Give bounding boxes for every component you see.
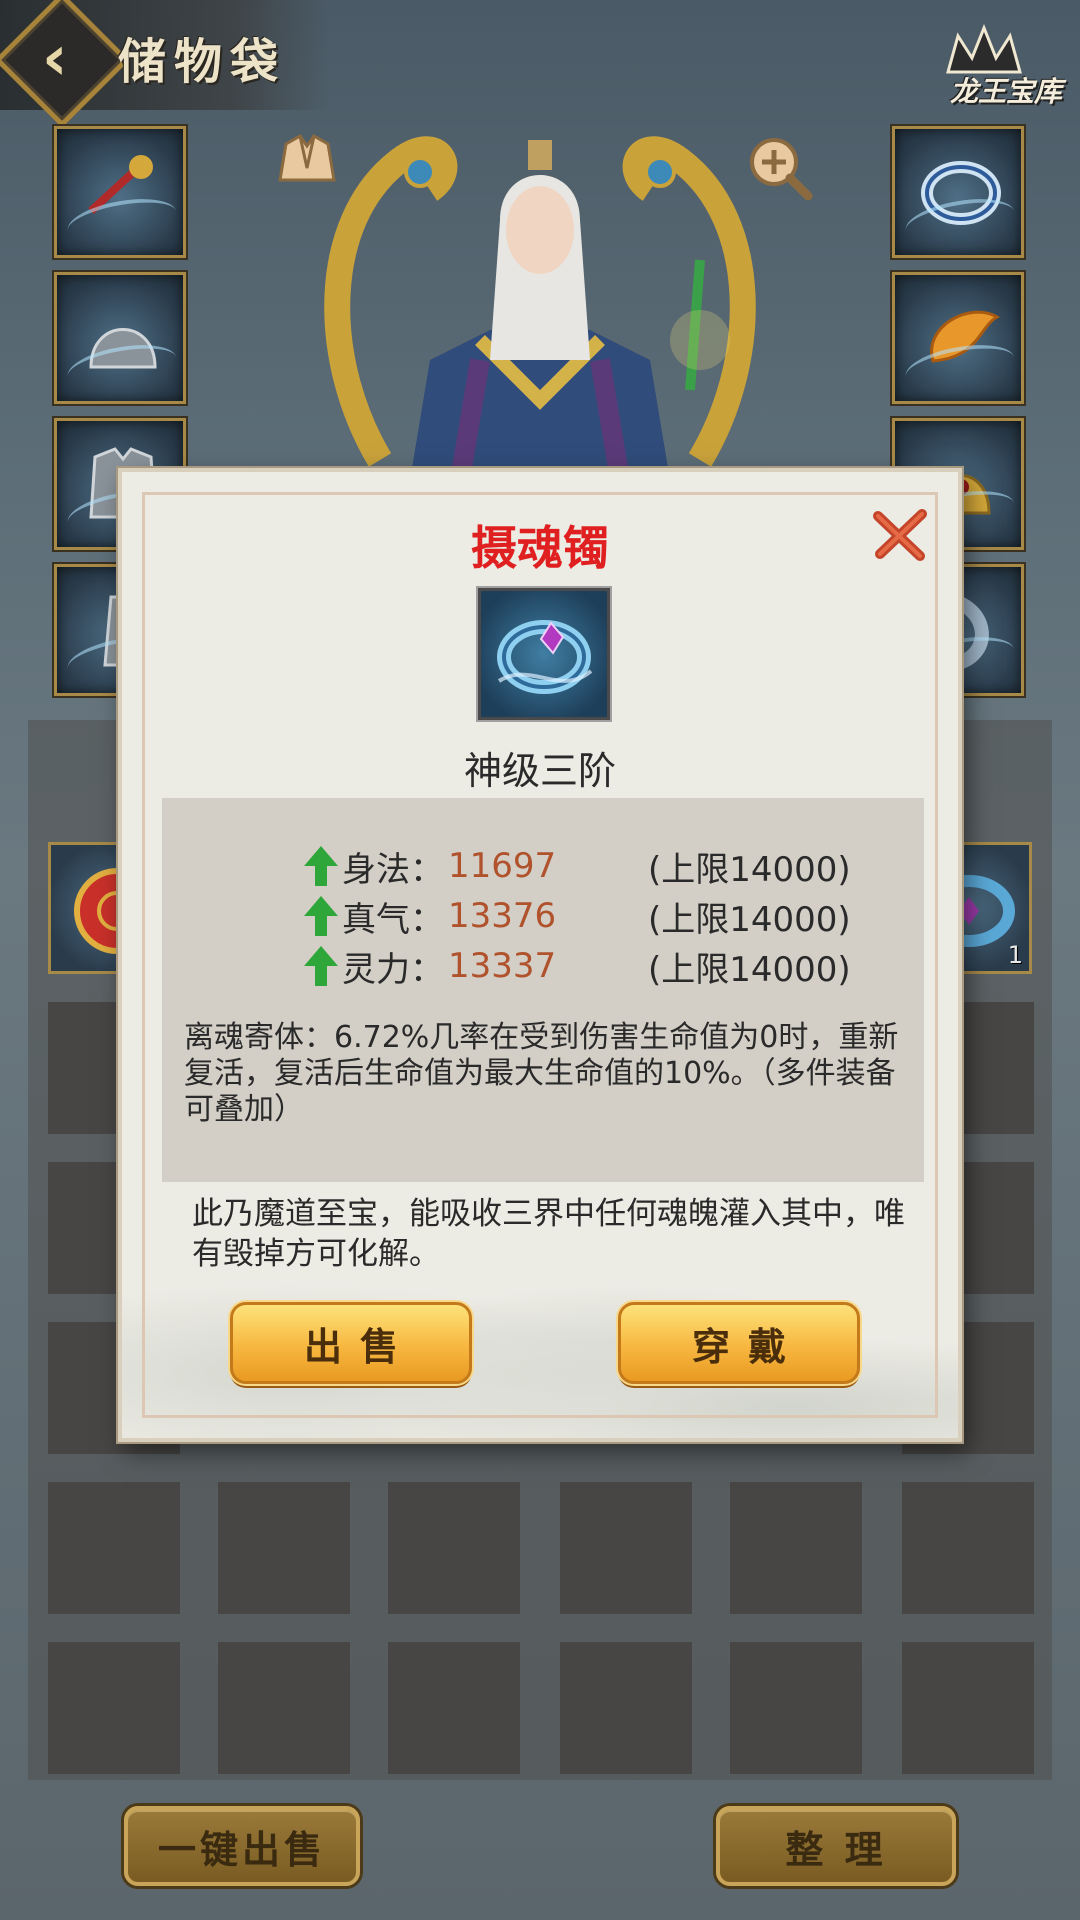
stat-value: 13337 <box>448 946 557 986</box>
inventory-cell[interactable] <box>48 1642 180 1774</box>
sell-all-button[interactable]: 一键出售 <box>124 1806 360 1886</box>
stat-limit: (上限14000) <box>648 949 851 990</box>
bracelet-icon <box>497 620 593 694</box>
item-detail-modal: 摄魂镯 神级三阶 身法： 11697 (上限14000) 真气： 13376 (… <box>118 468 962 1442</box>
special-effect-text: 离魂寄体：6.72%几率在受到伤害生命值为0时，重新复活，复活后生命值为最大生命… <box>184 1020 899 1127</box>
inventory-cell[interactable] <box>730 1642 862 1774</box>
sell-button[interactable]: 出售 <box>230 1302 472 1384</box>
stat-name: 身法： <box>342 849 444 890</box>
equip-slot-weapon[interactable] <box>54 126 186 258</box>
stat-name: 灵力： <box>342 949 444 990</box>
treasury-icon <box>946 24 1022 74</box>
character-portrait <box>324 136 756 480</box>
inventory-cell[interactable] <box>388 1482 520 1614</box>
stat-up-arrow-icon <box>304 946 338 986</box>
equip-slot-ring[interactable] <box>892 126 1024 258</box>
armor-toggle-icon[interactable] <box>272 128 342 198</box>
inventory-cell[interactable] <box>902 1642 1034 1774</box>
inventory-cell[interactable] <box>388 1642 520 1774</box>
equip-slot-helmet[interactable] <box>54 272 186 404</box>
item-icon <box>478 588 610 720</box>
inventory-cell[interactable] <box>560 1642 692 1774</box>
flavor-text: 此乃魔道至宝，能吸收三界中任何魂魄灌入其中，唯有毁掉方可化解。 <box>192 1196 905 1272</box>
equip-slot-amulet[interactable] <box>892 272 1024 404</box>
stat-limit: (上限14000) <box>648 899 851 940</box>
wear-button[interactable]: 穿戴 <box>618 1302 860 1384</box>
stat-row: 灵力： 13337 (上限14000) <box>302 942 902 990</box>
stats-box: 身法： 11697 (上限14000) 真气： 13376 (上限14000) … <box>162 798 924 1182</box>
stat-up-arrow-icon <box>304 846 338 886</box>
stat-row: 身法： 11697 (上限14000) <box>302 842 902 890</box>
stat-value: 11697 <box>448 846 557 886</box>
inventory-cell[interactable] <box>218 1642 350 1774</box>
inventory-cell[interactable] <box>902 1482 1034 1614</box>
zoom-in-icon[interactable] <box>744 132 814 202</box>
stat-row: 真气： 13376 (上限14000) <box>302 892 902 940</box>
back-arrow-icon: ‹ <box>42 21 68 94</box>
stack-count: 1 <box>1007 941 1023 969</box>
inventory-cell[interactable] <box>560 1482 692 1614</box>
inventory-cell[interactable] <box>218 1482 350 1614</box>
item-name: 摄魂镯 <box>471 521 609 575</box>
close-icon[interactable] <box>868 502 932 566</box>
sort-button[interactable]: 整 理 <box>716 1806 956 1886</box>
page-title: 储物袋 <box>118 34 287 90</box>
item-grade: 神级三阶 <box>463 749 616 793</box>
stat-up-arrow-icon <box>304 896 338 936</box>
stat-value: 13376 <box>448 896 557 936</box>
treasury-label: 龙王宝库 <box>949 75 1062 108</box>
stat-name: 真气： <box>342 899 444 940</box>
inventory-cell[interactable] <box>48 1482 180 1614</box>
inventory-cell[interactable] <box>730 1482 862 1614</box>
stat-limit: (上限14000) <box>648 849 851 890</box>
